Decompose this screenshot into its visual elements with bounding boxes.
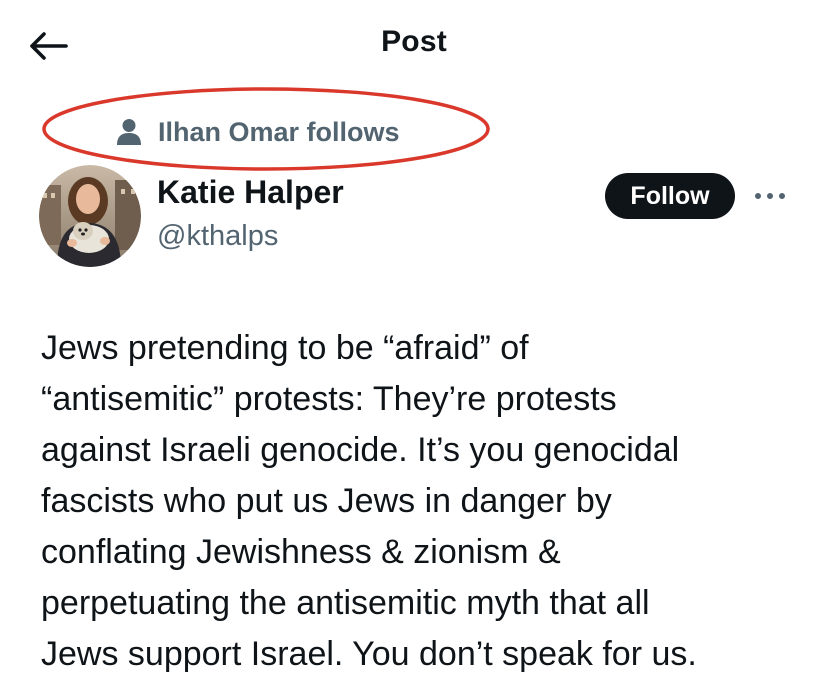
tweet-line: perpetuating the antisemitic myth that a… — [41, 584, 650, 622]
author-handle[interactable]: @kthalps — [157, 220, 278, 253]
tweet-line: Jews pretending to be “afraid” of — [41, 329, 529, 367]
person-icon — [114, 117, 144, 147]
tweet-line: against Israeli genocide. It’s you genoc… — [41, 431, 680, 469]
tweet-line: fascists who put us Jews in danger by — [41, 482, 612, 520]
avatar[interactable] — [39, 165, 141, 267]
social-context-text: Ilhan Omar follows — [158, 116, 400, 147]
follow-button[interactable]: Follow — [605, 173, 735, 219]
top-bar: Post — [0, 0, 828, 90]
post-page: Post Ilhan Omar follows Katie Halper @kt… — [0, 0, 828, 681]
tweet-line: “antisemitic” protests: They’re protests — [41, 380, 617, 418]
tweet-line: Jews support Israel. You don’t speak for… — [41, 635, 697, 673]
page-title: Post — [381, 25, 447, 58]
more-horizontal-icon — [755, 193, 785, 199]
more-options-button[interactable] — [752, 180, 788, 212]
author-name[interactable]: Katie Halper — [157, 174, 344, 211]
tweet-text: Jews pretending to be “afraid” of “antis… — [41, 323, 801, 680]
social-context[interactable]: Ilhan Omar follows — [114, 112, 400, 152]
tweet-line: conflating Jewishness & zionism & — [41, 533, 561, 571]
avatar-photo — [39, 165, 141, 267]
